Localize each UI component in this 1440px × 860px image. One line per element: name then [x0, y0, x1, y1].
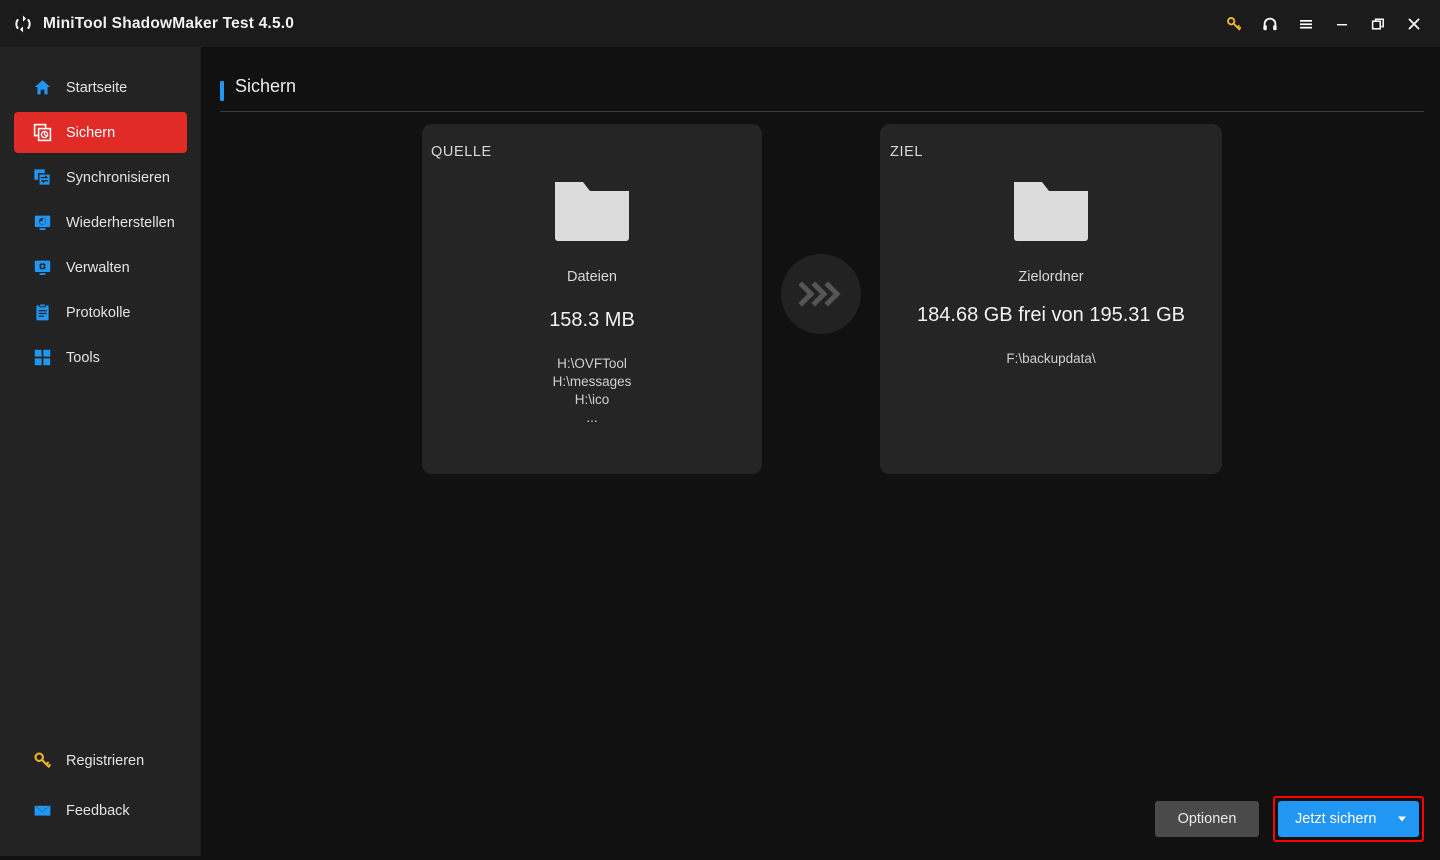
title-accent-bar — [220, 81, 224, 101]
sidebar-item-label: Tools — [66, 349, 100, 366]
grid-squares-icon — [32, 348, 52, 368]
sidebar-item-tools[interactable]: Tools — [14, 337, 187, 378]
folder-icon — [422, 176, 762, 248]
app-title: MiniTool ShadowMaker Test 4.5.0 — [43, 14, 295, 32]
window-controls — [1216, 0, 1440, 47]
sidebar-item-label: Feedback — [66, 802, 130, 819]
page-title: Sichern — [235, 76, 297, 96]
clipboard-icon — [32, 303, 52, 323]
envelope-icon — [32, 801, 52, 821]
key-icon[interactable] — [1216, 0, 1252, 47]
main-content: Sichern QUELLE Dateien 158.3 MB H:\OVFTo… — [203, 47, 1440, 860]
source-size: 158.3 MB — [549, 309, 635, 331]
destination-card[interactable]: ZIEL Zielordner 184.68 GB frei von 195.3… — [880, 124, 1222, 474]
sidebar-item-label: Startseite — [66, 79, 128, 96]
restore-monitor-icon — [32, 213, 52, 233]
backup-icon — [32, 123, 52, 143]
options-button[interactable]: Optionen — [1155, 801, 1259, 837]
sidebar-item-startseite[interactable]: Startseite — [14, 67, 187, 108]
page-header: Sichern — [220, 76, 1424, 112]
headset-icon[interactable] — [1252, 0, 1288, 47]
close-icon[interactable] — [1396, 0, 1432, 47]
header-divider — [220, 111, 1424, 112]
source-card[interactable]: QUELLE Dateien 158.3 MB H:\OVFTool H:\me… — [422, 124, 762, 474]
chevron-down-icon[interactable] — [1398, 816, 1406, 822]
sidebar-item-label: Registrieren — [66, 752, 145, 769]
backup-now-button[interactable]: Jetzt sichern — [1278, 801, 1419, 837]
window-bottom-edge — [0, 856, 1440, 860]
sidebar-item-synchronisieren[interactable]: Synchronisieren — [14, 157, 187, 198]
minimize-icon[interactable] — [1324, 0, 1360, 47]
source-card-kicker: QUELLE — [431, 144, 492, 160]
sidebar: Startseite Sichern Synchronisieren Wiede… — [0, 47, 202, 860]
triple-chevron-right-icon — [781, 254, 861, 334]
destination-capacity: 184.68 GB frei von 195.31 GB — [917, 304, 1185, 326]
sync-icon — [32, 168, 52, 188]
destination-card-kicker: ZIEL — [890, 144, 924, 160]
sidebar-item-label: Verwalten — [66, 259, 130, 276]
backup-now-highlight: Jetzt sichern — [1273, 796, 1424, 842]
hamburger-icon[interactable] — [1288, 0, 1324, 47]
sidebar-item-registrieren[interactable]: Registrieren — [14, 740, 188, 781]
sidebar-item-verwalten[interactable]: Verwalten — [14, 247, 187, 288]
action-footer: Optionen Jetzt sichern — [1155, 796, 1424, 842]
source-type-label: Dateien — [567, 269, 617, 285]
destination-type-label: Zielordner — [1018, 269, 1084, 285]
sidebar-bottom-nav: Registrieren Feedback — [0, 740, 202, 840]
home-icon — [32, 78, 52, 98]
sidebar-item-label: Protokolle — [66, 304, 131, 321]
sidebar-item-wiederherstellen[interactable]: Wiederherstellen — [14, 202, 187, 243]
backup-now-label: Jetzt sichern — [1295, 811, 1377, 827]
source-paths: H:\OVFTool H:\messages H:\ico ... — [552, 356, 632, 425]
restore-icon[interactable] — [1360, 0, 1396, 47]
title-bar-left: MiniTool ShadowMaker Test 4.5.0 — [0, 14, 294, 34]
sidebar-nav: Startseite Sichern Synchronisieren Wiede… — [0, 47, 201, 378]
sidebar-item-label: Synchronisieren — [66, 169, 170, 186]
sidebar-item-feedback[interactable]: Feedback — [14, 790, 188, 831]
sidebar-item-protokolle[interactable]: Protokolle — [14, 292, 187, 333]
folder-icon — [880, 176, 1222, 248]
sidebar-item-label: Sichern — [66, 124, 116, 141]
manage-gear-icon — [32, 258, 52, 278]
destination-path: F:\backupdata\ — [1006, 351, 1096, 366]
key-icon — [32, 751, 52, 771]
sidebar-item-sichern[interactable]: Sichern — [14, 112, 187, 153]
refresh-arrows-icon — [13, 14, 33, 34]
sidebar-item-label: Wiederherstellen — [66, 214, 175, 231]
backup-cards: QUELLE Dateien 158.3 MB H:\OVFTool H:\me… — [203, 124, 1440, 479]
title-bar: MiniTool ShadowMaker Test 4.5.0 — [0, 0, 1440, 47]
